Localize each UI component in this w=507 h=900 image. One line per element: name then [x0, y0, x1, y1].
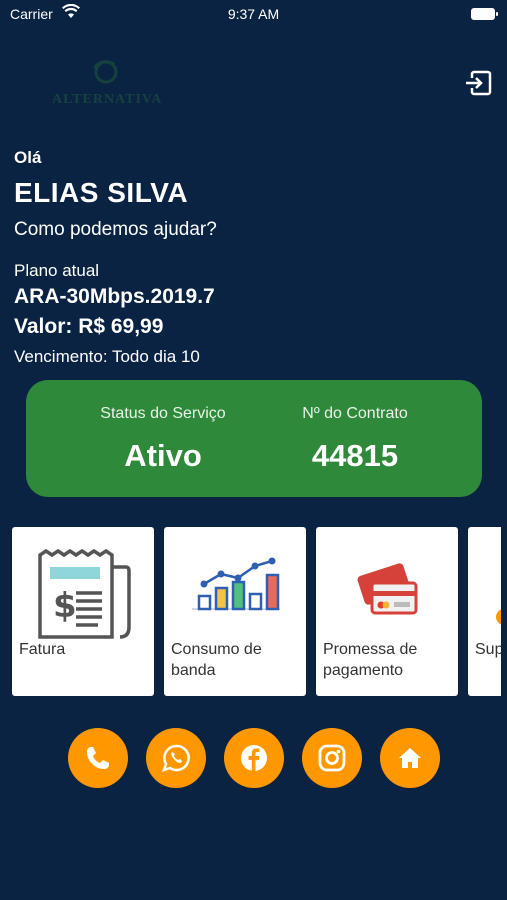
- home-icon: [399, 748, 421, 768]
- credit-card-icon: [357, 563, 418, 615]
- facebook-button[interactable]: [224, 728, 284, 788]
- logo-mark-icon: [92, 60, 118, 84]
- service-status-value: Ativo: [124, 438, 202, 473]
- contract-number-label: Nº do Contrato: [302, 405, 408, 422]
- feature-tiles: $ Fatura Consumo de banda Promessa de pa…: [12, 527, 501, 697]
- facebook-icon: [241, 745, 267, 771]
- tile-invoice[interactable]: $ Fatura: [12, 527, 154, 696]
- tile-label: Consumo de banda: [171, 641, 262, 679]
- service-status-label: Status do Serviço: [100, 405, 226, 422]
- tile-label: Fatura: [19, 641, 66, 658]
- user-name: ELIAS SILVA: [14, 177, 189, 208]
- svg-text:$: $: [53, 586, 77, 626]
- plan-name: ARA-30Mbps.2019.7: [14, 285, 215, 308]
- service-status-card: Status do Serviço Ativo Nº do Contrato 4…: [26, 380, 482, 497]
- invoice-icon: $: [38, 548, 131, 639]
- plan-label: Plano atual: [14, 261, 100, 280]
- contract-number-value: 44815: [311, 438, 399, 473]
- company-logo: ALTERNATIVA: [52, 56, 170, 112]
- help-prompt: Como podemos ajudar?: [14, 219, 217, 240]
- tile-label: Sup: [475, 641, 501, 658]
- logo-text: ALTERNATIVA: [52, 92, 163, 107]
- greeting-hello: Olá: [14, 148, 42, 167]
- support-icon: [496, 609, 501, 625]
- tile-bandwidth[interactable]: Consumo de banda: [164, 527, 306, 696]
- contract-number: Nº do Contrato 44815: [260, 380, 450, 474]
- logout-icon[interactable]: [464, 70, 492, 96]
- clock: 9:37 AM: [227, 6, 280, 22]
- whatsapp-button[interactable]: [146, 728, 206, 788]
- plan-value: Valor: R$ 69,99: [14, 315, 164, 338]
- status-bar: Carrier 9:37 AM: [0, 0, 507, 28]
- tile-support[interactable]: Sup: [468, 527, 501, 696]
- instagram-button[interactable]: [302, 728, 362, 788]
- instagram-icon: [318, 744, 346, 772]
- tile-label: Promessa de pagamento: [323, 641, 418, 679]
- whatsapp-icon: [162, 744, 190, 772]
- tile-payment-promise[interactable]: Promessa de pagamento: [316, 527, 458, 696]
- bar-chart-icon: [192, 557, 280, 611]
- phone-icon: [87, 747, 109, 769]
- battery-icon: [471, 8, 498, 20]
- home-button[interactable]: [380, 728, 440, 788]
- service-status: Status do Serviço Ativo: [68, 380, 258, 474]
- plan-due-date: Vencimento: Todo dia 10: [14, 347, 200, 366]
- phone-button[interactable]: [68, 728, 128, 788]
